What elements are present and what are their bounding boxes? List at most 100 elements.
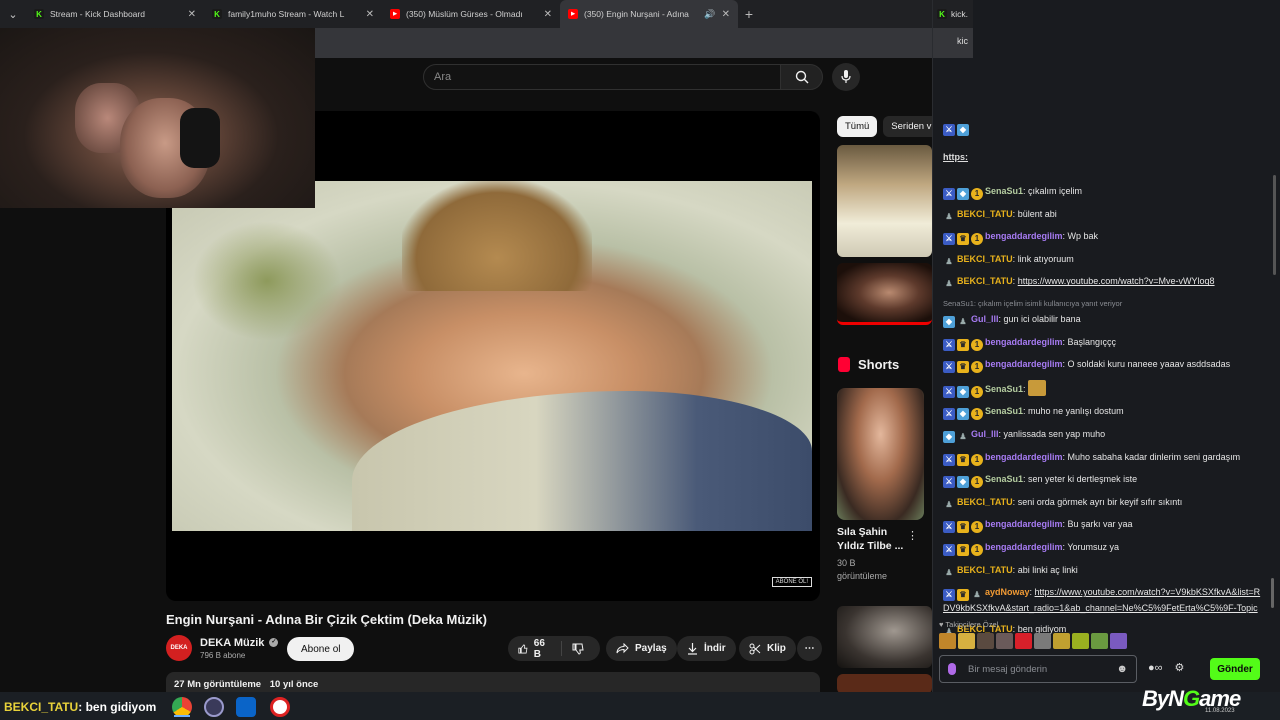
browser-tab-kick-stream[interactable]: K family1muho Stream - Watch L ✕ — [204, 0, 382, 28]
verified-icon: ✓ — [269, 638, 279, 647]
share-label: Paylaş — [635, 643, 667, 654]
recommended-video-thumbnail[interactable] — [837, 606, 932, 668]
channel-name[interactable]: DEKA Müzik — [200, 637, 264, 649]
upload-age: 10 yıl önce — [269, 679, 319, 690]
browser-tab-kick-dashboard[interactable]: K Stream - Kick Dashboard ✕ — [26, 0, 204, 28]
more-actions-button[interactable]: ⋯ — [797, 636, 822, 661]
search-button[interactable] — [780, 64, 823, 90]
chat-username[interactable]: SenaSu1 — [985, 406, 1023, 416]
shorts-title: Shorts — [858, 357, 900, 372]
chat-username[interactable]: SenaSu1 — [985, 186, 1023, 196]
channel-avatar[interactable]: DEKA — [166, 635, 192, 661]
chrome-taskbar-icon[interactable] — [172, 697, 192, 717]
settings-gear-icon[interactable]: ⚙ — [1175, 661, 1185, 674]
emote[interactable] — [1110, 633, 1127, 649]
send-button[interactable]: Gönder — [1210, 658, 1260, 680]
pinned-link[interactable]: https: — [943, 152, 971, 162]
chat-message-text: link atıyoruum — [1017, 253, 1074, 264]
speaker-icon[interactable]: 🔊 — [704, 9, 715, 20]
close-tab-icon[interactable]: ✕ — [544, 9, 552, 20]
short-thumbnail[interactable] — [837, 388, 924, 520]
browser-tab-youtube-engin[interactable]: ▶ (350) Engin Nurşani - Adına 🔊 ✕ — [560, 0, 738, 28]
thumbs-up-icon — [518, 644, 528, 653]
share-button[interactable]: Paylaş — [606, 636, 677, 661]
recommended-video-thumbnail[interactable] — [837, 263, 932, 325]
chip-all[interactable]: Tümü — [837, 116, 878, 137]
obs-taskbar-icon[interactable] — [204, 697, 224, 717]
vip-badge-icon: ◆ — [957, 408, 969, 421]
emote[interactable] — [977, 633, 994, 649]
clip-label: Klip — [767, 643, 786, 654]
chat-message-text: muho ne yanlışı dostum — [1028, 406, 1124, 417]
like-button[interactable]: 66 B — [508, 638, 562, 660]
dislike-button[interactable] — [562, 643, 600, 655]
chat-message-link[interactable]: https://www.youtube.com/watch?v=Mve-vWYl… — [1018, 276, 1215, 286]
microphone-icon — [841, 70, 851, 83]
chat-scrollbar[interactable] — [1273, 175, 1276, 275]
new-tab-button[interactable]: + — [738, 6, 760, 22]
chat-username[interactable]: BEKCI_TATU — [957, 254, 1013, 264]
chat-message-text: Başlangıççç — [1067, 336, 1117, 347]
crown-badge-icon: ♛ — [957, 589, 969, 602]
chat-message-input[interactable]: Bir mesaj gönderin ☻ — [939, 655, 1137, 683]
chat-username[interactable]: SenaSu1 — [985, 474, 1023, 484]
chat-message-text: çıkalım içelim — [1028, 186, 1083, 196]
emote[interactable] — [1034, 633, 1051, 649]
chat-username[interactable]: aydNoway — [985, 587, 1030, 597]
chat-message-text: bülent abi — [1017, 208, 1057, 219]
emote[interactable] — [1053, 633, 1070, 649]
chat-username[interactable]: bengaddardegilim — [985, 359, 1063, 369]
emote[interactable] — [1091, 633, 1108, 649]
emote[interactable] — [1015, 633, 1032, 649]
search-input[interactable]: Ara — [423, 64, 781, 90]
chat-username[interactable]: bengaddardegilim — [985, 231, 1063, 241]
app-taskbar-icon[interactable] — [270, 697, 290, 717]
chat-username[interactable]: bengaddardegilim — [985, 542, 1063, 552]
thumbs-down-icon — [572, 643, 584, 655]
subscriber-badge-icon: 1 — [971, 453, 983, 466]
clip-button[interactable]: Klip — [739, 636, 796, 661]
chat-username[interactable]: Gul_lll — [971, 429, 999, 439]
mod-badge-icon: ⚔ — [943, 476, 955, 489]
emote[interactable] — [1072, 633, 1089, 649]
chat-scroll-thumb[interactable] — [1271, 578, 1274, 608]
chat-username[interactable]: SenaSu1 — [985, 384, 1023, 394]
mod-badge-icon: ⚔ — [943, 361, 955, 374]
short-more-icon[interactable]: ⋮ — [907, 529, 918, 542]
emote[interactable] — [939, 633, 956, 649]
chat-username[interactable]: bengaddardegilim — [985, 519, 1063, 529]
outlook-taskbar-icon[interactable] — [236, 697, 256, 717]
recommended-video-thumbnail[interactable] — [837, 145, 932, 257]
browser-tab-youtube-muslum[interactable]: ▶ (350) Müslüm Gürses - Olmadı ✕ — [382, 0, 560, 28]
chat-username[interactable]: BEKCI_TATU — [957, 276, 1013, 286]
close-tab-icon[interactable]: ✕ — [188, 9, 196, 20]
chat-address-bar[interactable]: kic — [933, 28, 973, 58]
emote[interactable] — [996, 633, 1013, 649]
recommended-video-thumbnail[interactable] — [837, 674, 932, 694]
chat-username[interactable]: Gul_lll — [971, 314, 999, 324]
subscribe-button[interactable]: Abone ol — [287, 637, 355, 661]
browser-tab-kick-chat[interactable]: K kick. — [933, 0, 973, 28]
tab-search-chevron-icon[interactable]: ⌄ — [0, 0, 26, 28]
kicks-icon[interactable]: ●∞ — [1148, 662, 1163, 674]
chat-username[interactable]: bengaddardegilim — [985, 337, 1063, 347]
chat-message: ◆ ♟ Gul_lll: gun ici olabilir bana — [943, 312, 1265, 328]
kick-favicon-icon: K — [34, 9, 44, 19]
voice-search-button[interactable] — [832, 63, 860, 91]
chat-username[interactable]: BEKCI_TATU — [957, 565, 1013, 575]
short-title[interactable]: Sıla Şahin Yıldız Tilbe ... — [837, 525, 917, 553]
emote[interactable] — [958, 633, 975, 649]
chat-username[interactable]: BEKCI_TATU — [957, 497, 1013, 507]
chat-username[interactable]: BEKCI_TATU — [957, 209, 1013, 219]
emoji-icon[interactable]: ☻ — [1116, 663, 1128, 675]
close-tab-icon[interactable]: ✕ — [722, 9, 730, 20]
user-badge-icon: ♟ — [959, 431, 967, 441]
user-badge-icon: ♟ — [973, 590, 981, 600]
followers-only-label: ♥ Takipçilere Özel — [939, 620, 999, 629]
close-tab-icon[interactable]: ✕ — [366, 9, 374, 20]
kick-favicon-icon: K — [212, 9, 222, 19]
chat-username[interactable]: bengaddardegilim — [985, 452, 1063, 462]
microphone-icon[interactable] — [948, 663, 956, 675]
chat-message: ⚔ ◆ 1 SenaSu1: çıkalım içelim — [943, 184, 1265, 200]
download-button[interactable]: İndir — [677, 636, 736, 661]
